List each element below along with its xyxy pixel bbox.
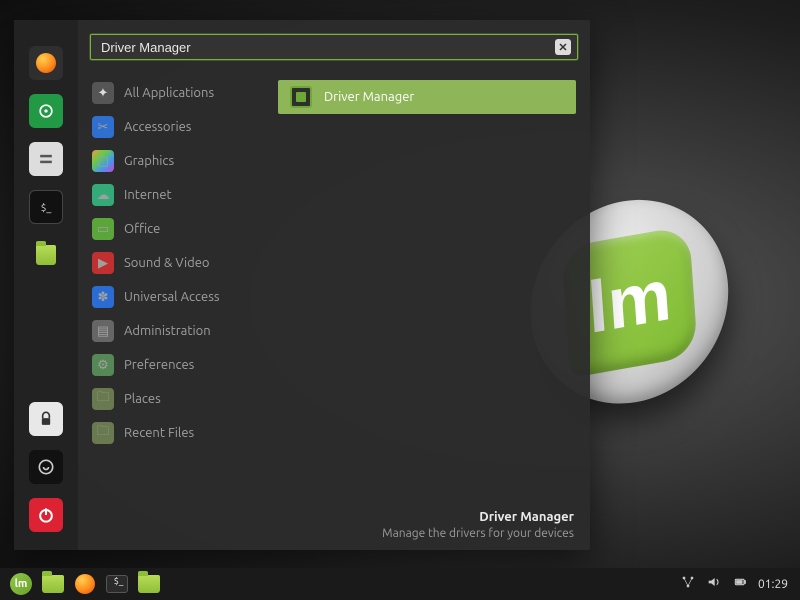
results-list: Driver Manager bbox=[272, 66, 590, 506]
clock[interactable]: 01:29 bbox=[758, 578, 788, 591]
category-pref-icon: ⚙ bbox=[92, 354, 114, 376]
description-subtitle: Manage the drivers for your devices bbox=[382, 526, 574, 541]
search-input[interactable] bbox=[101, 40, 555, 55]
driver-manager-icon bbox=[290, 86, 312, 108]
category-ua[interactable]: ✽ Universal Access bbox=[78, 280, 272, 314]
mint-menu-icon: lm bbox=[10, 573, 32, 595]
software-manager-icon bbox=[36, 101, 56, 121]
category-snd-icon: ▶ bbox=[92, 252, 114, 274]
firefox-icon bbox=[36, 53, 56, 73]
category-label: Preferences bbox=[124, 358, 194, 372]
category-recent[interactable]: 🗀 Recent Files bbox=[78, 416, 272, 450]
favorite-software-manager[interactable] bbox=[29, 94, 63, 128]
files-icon bbox=[36, 245, 56, 265]
category-label: Office bbox=[124, 222, 160, 236]
shutdown-button[interactable] bbox=[29, 498, 63, 532]
launcher-terminal[interactable]: $_ bbox=[102, 571, 132, 597]
category-net-icon: ☁ bbox=[92, 184, 114, 206]
search-row: ✕ bbox=[78, 20, 590, 66]
settings-icon bbox=[36, 149, 56, 169]
category-recent-icon: 🗀 bbox=[92, 422, 114, 444]
category-places[interactable]: 🗀 Places bbox=[78, 382, 272, 416]
category-label: Administration bbox=[124, 324, 211, 338]
category-label: Internet bbox=[124, 188, 172, 202]
terminal-icon: $_ bbox=[41, 202, 52, 213]
category-acc[interactable]: ✂ Accessories bbox=[78, 110, 272, 144]
network-icon[interactable] bbox=[680, 574, 696, 594]
favorite-files[interactable] bbox=[29, 238, 63, 272]
result-item[interactable]: Driver Manager bbox=[278, 80, 576, 114]
category-label: Recent Files bbox=[124, 426, 194, 440]
category-off-icon: ▭ bbox=[92, 218, 114, 240]
launcher-files2[interactable] bbox=[134, 571, 164, 597]
categories-list: ✦ All Applications ✂ Accessories ▢ Graphics ☁ I… bbox=[78, 66, 272, 506]
desktop: lm $_ ✕ ✦ All Applications ✂ Accessories ▢ Gr… bbox=[0, 0, 800, 600]
volume-icon[interactable] bbox=[706, 574, 722, 594]
category-pref[interactable]: ⚙ Preferences bbox=[78, 348, 272, 382]
firefox-icon bbox=[75, 574, 95, 594]
taskbar: lm $_ 01:29 bbox=[0, 568, 800, 600]
category-snd[interactable]: ▶ Sound & Video bbox=[78, 246, 272, 280]
files-icon bbox=[138, 575, 160, 593]
power-icon bbox=[36, 505, 56, 525]
category-all[interactable]: ✦ All Applications bbox=[78, 76, 272, 110]
description-title: Driver Manager bbox=[479, 509, 574, 525]
launcher-firefox[interactable] bbox=[70, 571, 100, 597]
clear-search-icon[interactable]: ✕ bbox=[555, 39, 571, 55]
category-label: All Applications bbox=[124, 86, 214, 100]
lock-icon bbox=[36, 409, 56, 429]
terminal-icon: $_ bbox=[106, 575, 128, 593]
category-gfx[interactable]: ▢ Graphics bbox=[78, 144, 272, 178]
category-acc-icon: ✂ bbox=[92, 116, 114, 138]
application-menu: $_ ✕ ✦ All Applications ✂ Accessories ▢ Graph… bbox=[14, 20, 590, 550]
logout-icon bbox=[36, 457, 56, 477]
category-adm-icon: ▤ bbox=[92, 320, 114, 342]
files-icon bbox=[42, 575, 64, 593]
category-off[interactable]: ▭ Office bbox=[78, 212, 272, 246]
category-label: Accessories bbox=[124, 120, 191, 134]
category-gfx-icon: ▢ bbox=[92, 150, 114, 172]
category-label: Sound & Video bbox=[124, 256, 210, 270]
favorite-settings[interactable] bbox=[29, 142, 63, 176]
app-description: Driver Manager Manage the drivers for yo… bbox=[78, 506, 590, 550]
category-net[interactable]: ☁ Internet bbox=[78, 178, 272, 212]
favorites-column: $_ bbox=[14, 20, 78, 550]
launcher-files[interactable] bbox=[38, 571, 68, 597]
system-tray: 01:29 bbox=[680, 574, 794, 594]
category-label: Places bbox=[124, 392, 161, 406]
category-all-icon: ✦ bbox=[92, 82, 114, 104]
battery-icon[interactable] bbox=[732, 574, 748, 594]
category-places-icon: 🗀 bbox=[92, 388, 114, 410]
launcher-menu[interactable]: lm bbox=[6, 571, 36, 597]
category-ua-icon: ✽ bbox=[92, 286, 114, 308]
result-label: Driver Manager bbox=[324, 90, 414, 104]
lock-button[interactable] bbox=[29, 402, 63, 436]
search-box[interactable]: ✕ bbox=[90, 34, 578, 60]
category-label: Graphics bbox=[124, 154, 174, 168]
category-adm[interactable]: ▤ Administration bbox=[78, 314, 272, 348]
favorite-firefox[interactable] bbox=[29, 46, 63, 80]
logout-button[interactable] bbox=[29, 450, 63, 484]
favorite-terminal[interactable]: $_ bbox=[29, 190, 63, 224]
category-label: Universal Access bbox=[124, 290, 219, 304]
